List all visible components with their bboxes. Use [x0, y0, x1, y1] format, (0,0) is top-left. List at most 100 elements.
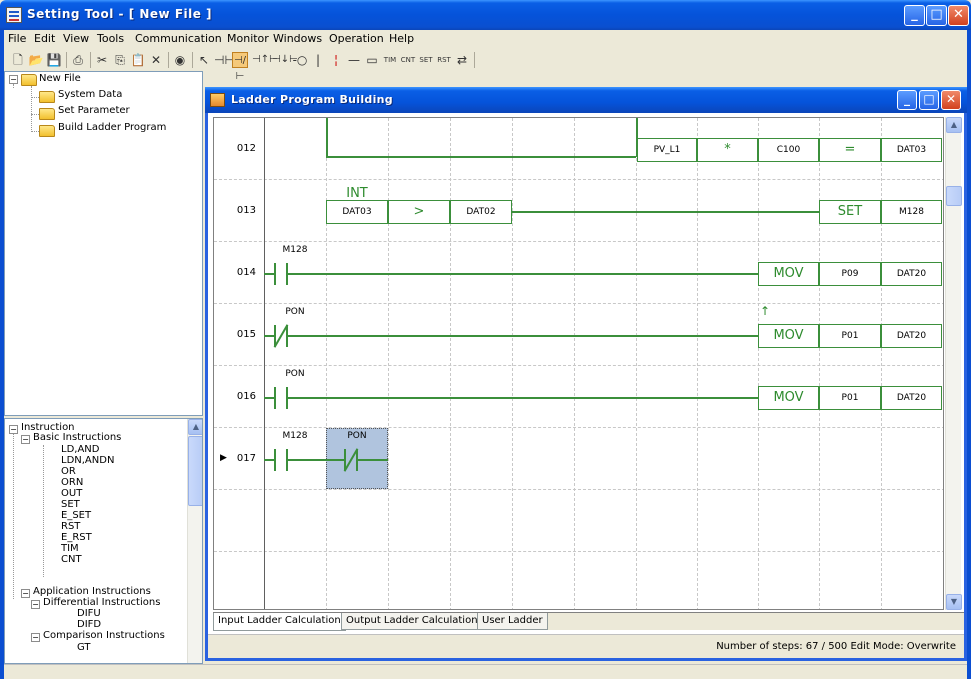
copy-icon[interactable]: ⎘ — [112, 52, 128, 68]
scroll-down-button[interactable]: ▼ — [946, 594, 962, 610]
tree-scrollbar[interactable]: ▲ — [187, 419, 202, 663]
menu-operation[interactable]: Operation — [329, 32, 384, 45]
function-box-icon[interactable]: ▭ — [364, 52, 380, 68]
tree-leaf[interactable]: DIFU — [77, 608, 101, 619]
child-maximize-button[interactable]: □ — [919, 90, 939, 110]
ladder-operand[interactable]: M128 — [881, 200, 942, 224]
ladder-operator[interactable]: > — [388, 200, 450, 224]
ladder-operand[interactable]: P09 — [819, 262, 881, 286]
cut-icon[interactable]: ✂ — [94, 52, 110, 68]
tree-leaf[interactable]: RST — [61, 521, 80, 532]
tree-leaf[interactable]: DIFD — [77, 619, 101, 630]
ladder-operand[interactable]: DAT20 — [881, 324, 942, 348]
contact-no-icon[interactable]: ⊣⊢ — [214, 52, 235, 68]
ladder-mov-instruction[interactable]: MOV — [758, 386, 819, 410]
print-icon[interactable]: ⎙ — [70, 52, 86, 68]
ladder-set-instruction[interactable]: SET — [819, 200, 881, 224]
tree-node-differential[interactable]: Differential Instructions — [43, 597, 160, 608]
tree-node-build-ladder[interactable]: Build Ladder Program — [58, 122, 166, 133]
contact-nc-symbol[interactable] — [273, 324, 289, 348]
tree-leaf[interactable]: TIM — [61, 543, 79, 554]
scroll-thumb[interactable] — [946, 186, 962, 206]
tree-leaf[interactable]: E_SET — [61, 510, 91, 521]
tree-leaf[interactable]: E_RST — [61, 532, 92, 543]
delete-icon[interactable]: ✕ — [148, 52, 164, 68]
ladder-scrollbar[interactable]: ▲ ▼ — [945, 117, 962, 610]
open-folder-icon[interactable]: 📂 — [28, 52, 44, 68]
tree-node-system-data[interactable]: System Data — [58, 89, 122, 100]
contact-no-symbol[interactable] — [274, 449, 288, 471]
timer-icon[interactable]: TIM — [382, 52, 398, 68]
tree-leaf[interactable]: LD,AND — [61, 444, 99, 455]
ladder-operand[interactable]: P01 — [819, 386, 881, 410]
close-button[interactable]: ✕ — [948, 5, 969, 26]
menu-monitor[interactable]: Monitor — [227, 32, 269, 45]
menu-communication[interactable]: Communication — [135, 32, 222, 45]
collapse-toggle[interactable]: − — [21, 435, 30, 444]
collapse-toggle[interactable]: − — [9, 75, 18, 84]
scroll-thumb[interactable] — [188, 436, 202, 506]
menu-file[interactable]: File — [8, 32, 26, 45]
contact-no-symbol[interactable] — [274, 387, 288, 409]
contact-nc-icon[interactable]: ⊣/⊢ — [232, 52, 248, 82]
counter-icon[interactable]: CNT — [400, 52, 416, 68]
new-file-icon[interactable]: 🗋 — [10, 52, 26, 68]
ladder-operand[interactable]: PV_L1 — [637, 138, 697, 162]
scroll-up-button[interactable]: ▲ — [188, 419, 202, 435]
tab-user-ladder[interactable]: User Ladder — [477, 613, 548, 630]
tree-node-comparison[interactable]: Comparison Instructions — [43, 630, 165, 641]
ladder-operand[interactable]: DAT02 — [450, 200, 512, 224]
instruction-icon[interactable]: ⇄ — [454, 52, 470, 68]
ladder-mov-instruction[interactable]: MOV — [758, 324, 819, 348]
collapse-toggle[interactable]: − — [31, 600, 40, 609]
tree-node-application[interactable]: Application Instructions — [33, 586, 151, 597]
collapse-toggle[interactable]: − — [9, 425, 18, 434]
contact-no-symbol[interactable] — [274, 263, 288, 285]
coil-icon[interactable]: -○ — [292, 52, 308, 68]
ladder-operator[interactable]: * — [697, 138, 758, 162]
tab-input-ladder[interactable]: Input Ladder Calculation — [213, 613, 346, 631]
connect-icon[interactable]: ◉ — [172, 52, 188, 68]
tree-leaf[interactable]: GT — [77, 642, 91, 653]
ladder-operand[interactable]: DAT20 — [881, 386, 942, 410]
tree-leaf[interactable]: OUT — [61, 488, 82, 499]
contact-nc-symbol[interactable] — [343, 448, 359, 472]
save-icon[interactable]: 💾 — [46, 52, 62, 68]
child-minimize-button[interactable]: _ — [897, 90, 917, 110]
ladder-operand[interactable]: DAT03 — [326, 200, 388, 224]
ladder-operand[interactable]: C100 — [758, 138, 819, 162]
tree-leaf[interactable]: LDN,ANDN — [61, 455, 114, 466]
child-close-button[interactable]: ✕ — [941, 90, 961, 110]
collapse-toggle[interactable]: − — [31, 633, 40, 642]
horizontal-line-icon[interactable]: — — [346, 52, 362, 68]
collapse-toggle[interactable]: − — [21, 589, 30, 598]
tree-leaf[interactable]: CNT — [61, 554, 82, 565]
pointer-icon[interactable]: ↖ — [196, 52, 212, 68]
tree-leaf[interactable]: ORN — [61, 477, 83, 488]
vertical-delete-icon[interactable]: ¦ — [328, 52, 344, 68]
ladder-operand[interactable]: DAT20 — [881, 262, 942, 286]
menu-edit[interactable]: Edit — [34, 32, 55, 45]
set-icon[interactable]: SET — [418, 52, 434, 68]
maximize-button[interactable]: □ — [926, 5, 947, 26]
paste-icon[interactable]: 📋 — [130, 52, 146, 68]
tree-node-new-file[interactable]: New File — [39, 73, 81, 84]
menu-windows[interactable]: Windows — [273, 32, 322, 45]
ladder-mov-instruction[interactable]: MOV — [758, 262, 819, 286]
reset-icon[interactable]: RST — [436, 52, 452, 68]
minimize-button[interactable]: _ — [904, 5, 925, 26]
ladder-operand[interactable]: DAT03 — [881, 138, 942, 162]
ladder-grid[interactable]: 012 013 014 015 016 017 ▶ PV_L1 * C100 =… — [213, 117, 944, 610]
scroll-up-button[interactable]: ▲ — [946, 117, 962, 133]
menu-help[interactable]: Help — [389, 32, 414, 45]
tab-output-ladder[interactable]: Output Ladder Calculation — [341, 613, 483, 630]
menu-tools[interactable]: Tools — [97, 32, 124, 45]
ladder-operand[interactable]: P01 — [819, 324, 881, 348]
menu-view[interactable]: View — [63, 32, 89, 45]
ladder-operator[interactable]: = — [819, 138, 881, 162]
tree-node-basic[interactable]: Basic Instructions — [33, 432, 121, 443]
tree-leaf[interactable]: SET — [61, 499, 80, 510]
contact-rise-icon[interactable]: ⊣↑⊢ — [252, 52, 278, 68]
vertical-line-icon[interactable]: | — [310, 52, 326, 68]
tree-node-set-parameter[interactable]: Set Parameter — [58, 105, 130, 116]
